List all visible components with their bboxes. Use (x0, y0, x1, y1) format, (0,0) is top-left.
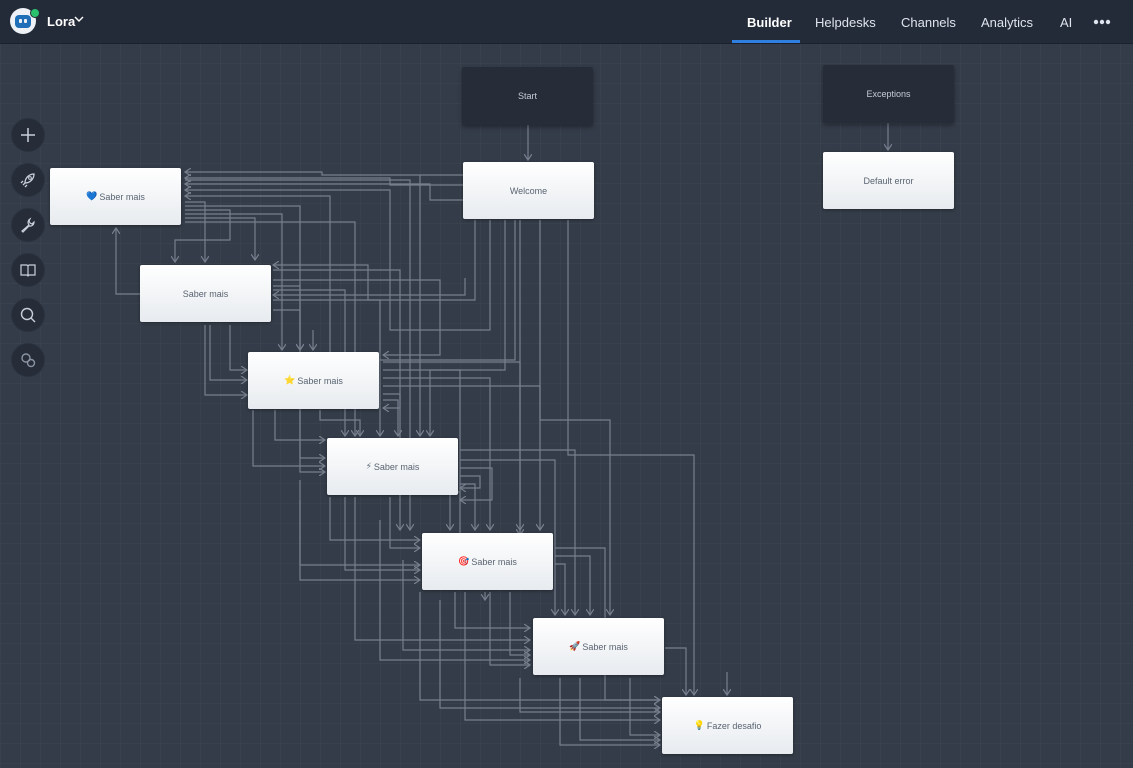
launch-button[interactable] (11, 163, 45, 197)
node-label: Saber mais (297, 375, 343, 386)
top-bar: Lora Builder Helpdesks Channels Analytic… (0, 0, 1133, 44)
exceptions-label: Exceptions (866, 89, 911, 99)
welcome-node[interactable]: Welcome (463, 162, 594, 219)
bot-name[interactable]: Lora (47, 14, 75, 29)
exceptions-node[interactable]: Exceptions (823, 65, 954, 123)
chevron-down-icon[interactable] (73, 13, 85, 25)
settings-tools-button[interactable] (11, 208, 45, 242)
node-label: Saber mais (582, 641, 628, 652)
tab-analytics[interactable]: Analytics (981, 15, 1033, 30)
light-bulb-icon: 💡 (693, 720, 705, 731)
saber-mais-node-1[interactable]: 💙 Saber mais (50, 168, 181, 225)
default-error-label: Default error (863, 175, 914, 186)
target-icon: 🎯 (458, 556, 470, 567)
saber-mais-node-2[interactable]: Saber mais (140, 265, 271, 322)
wrench-icon (21, 217, 35, 233)
fazer-desafio-node[interactable]: 💡 Fazer desafio (662, 697, 793, 754)
more-options-icon[interactable] (1093, 19, 1111, 25)
knowledge-book-button[interactable] (11, 253, 45, 287)
tab-builder[interactable]: Builder (747, 15, 792, 30)
integrations-button[interactable] (11, 343, 45, 377)
saber-mais-node-3[interactable]: ⭐ Saber mais (248, 352, 379, 409)
lightning-icon: ⚡ (365, 461, 372, 472)
settings-cog-icon (21, 353, 36, 368)
tab-helpdesks[interactable]: Helpdesks (815, 15, 876, 30)
plus-icon (21, 128, 35, 142)
start-label: Start (517, 91, 537, 101)
saber-mais-node-6[interactable]: 🚀 Saber mais (533, 618, 664, 675)
rocket-emoji-icon: 🚀 (569, 641, 581, 652)
saber-mais-node-4[interactable]: ⚡ Saber mais (327, 438, 458, 495)
active-tab-indicator (732, 40, 800, 43)
start-node[interactable]: Start (462, 67, 593, 125)
saber-mais-node-5[interactable]: 🎯 Saber mais (422, 533, 553, 590)
rocket-icon (20, 173, 35, 188)
online-status-icon (30, 8, 40, 18)
node-label: Saber mais (182, 288, 229, 299)
node-label: Saber mais (99, 191, 145, 202)
default-error-node[interactable]: Default error (823, 152, 954, 209)
welcome-label: Welcome (509, 185, 548, 196)
search-button[interactable] (11, 298, 45, 332)
book-icon (20, 264, 36, 277)
blue-heart-icon: 💙 (86, 191, 98, 202)
star-icon: ⭐ (284, 375, 296, 386)
node-label: Saber mais (373, 461, 420, 472)
node-label: Saber mais (471, 556, 517, 567)
search-icon (20, 307, 36, 323)
tab-channels[interactable]: Channels (901, 15, 956, 30)
tab-ai[interactable]: AI (1060, 15, 1072, 30)
node-label: Fazer desafio (706, 720, 762, 731)
add-node-button[interactable] (11, 118, 45, 152)
